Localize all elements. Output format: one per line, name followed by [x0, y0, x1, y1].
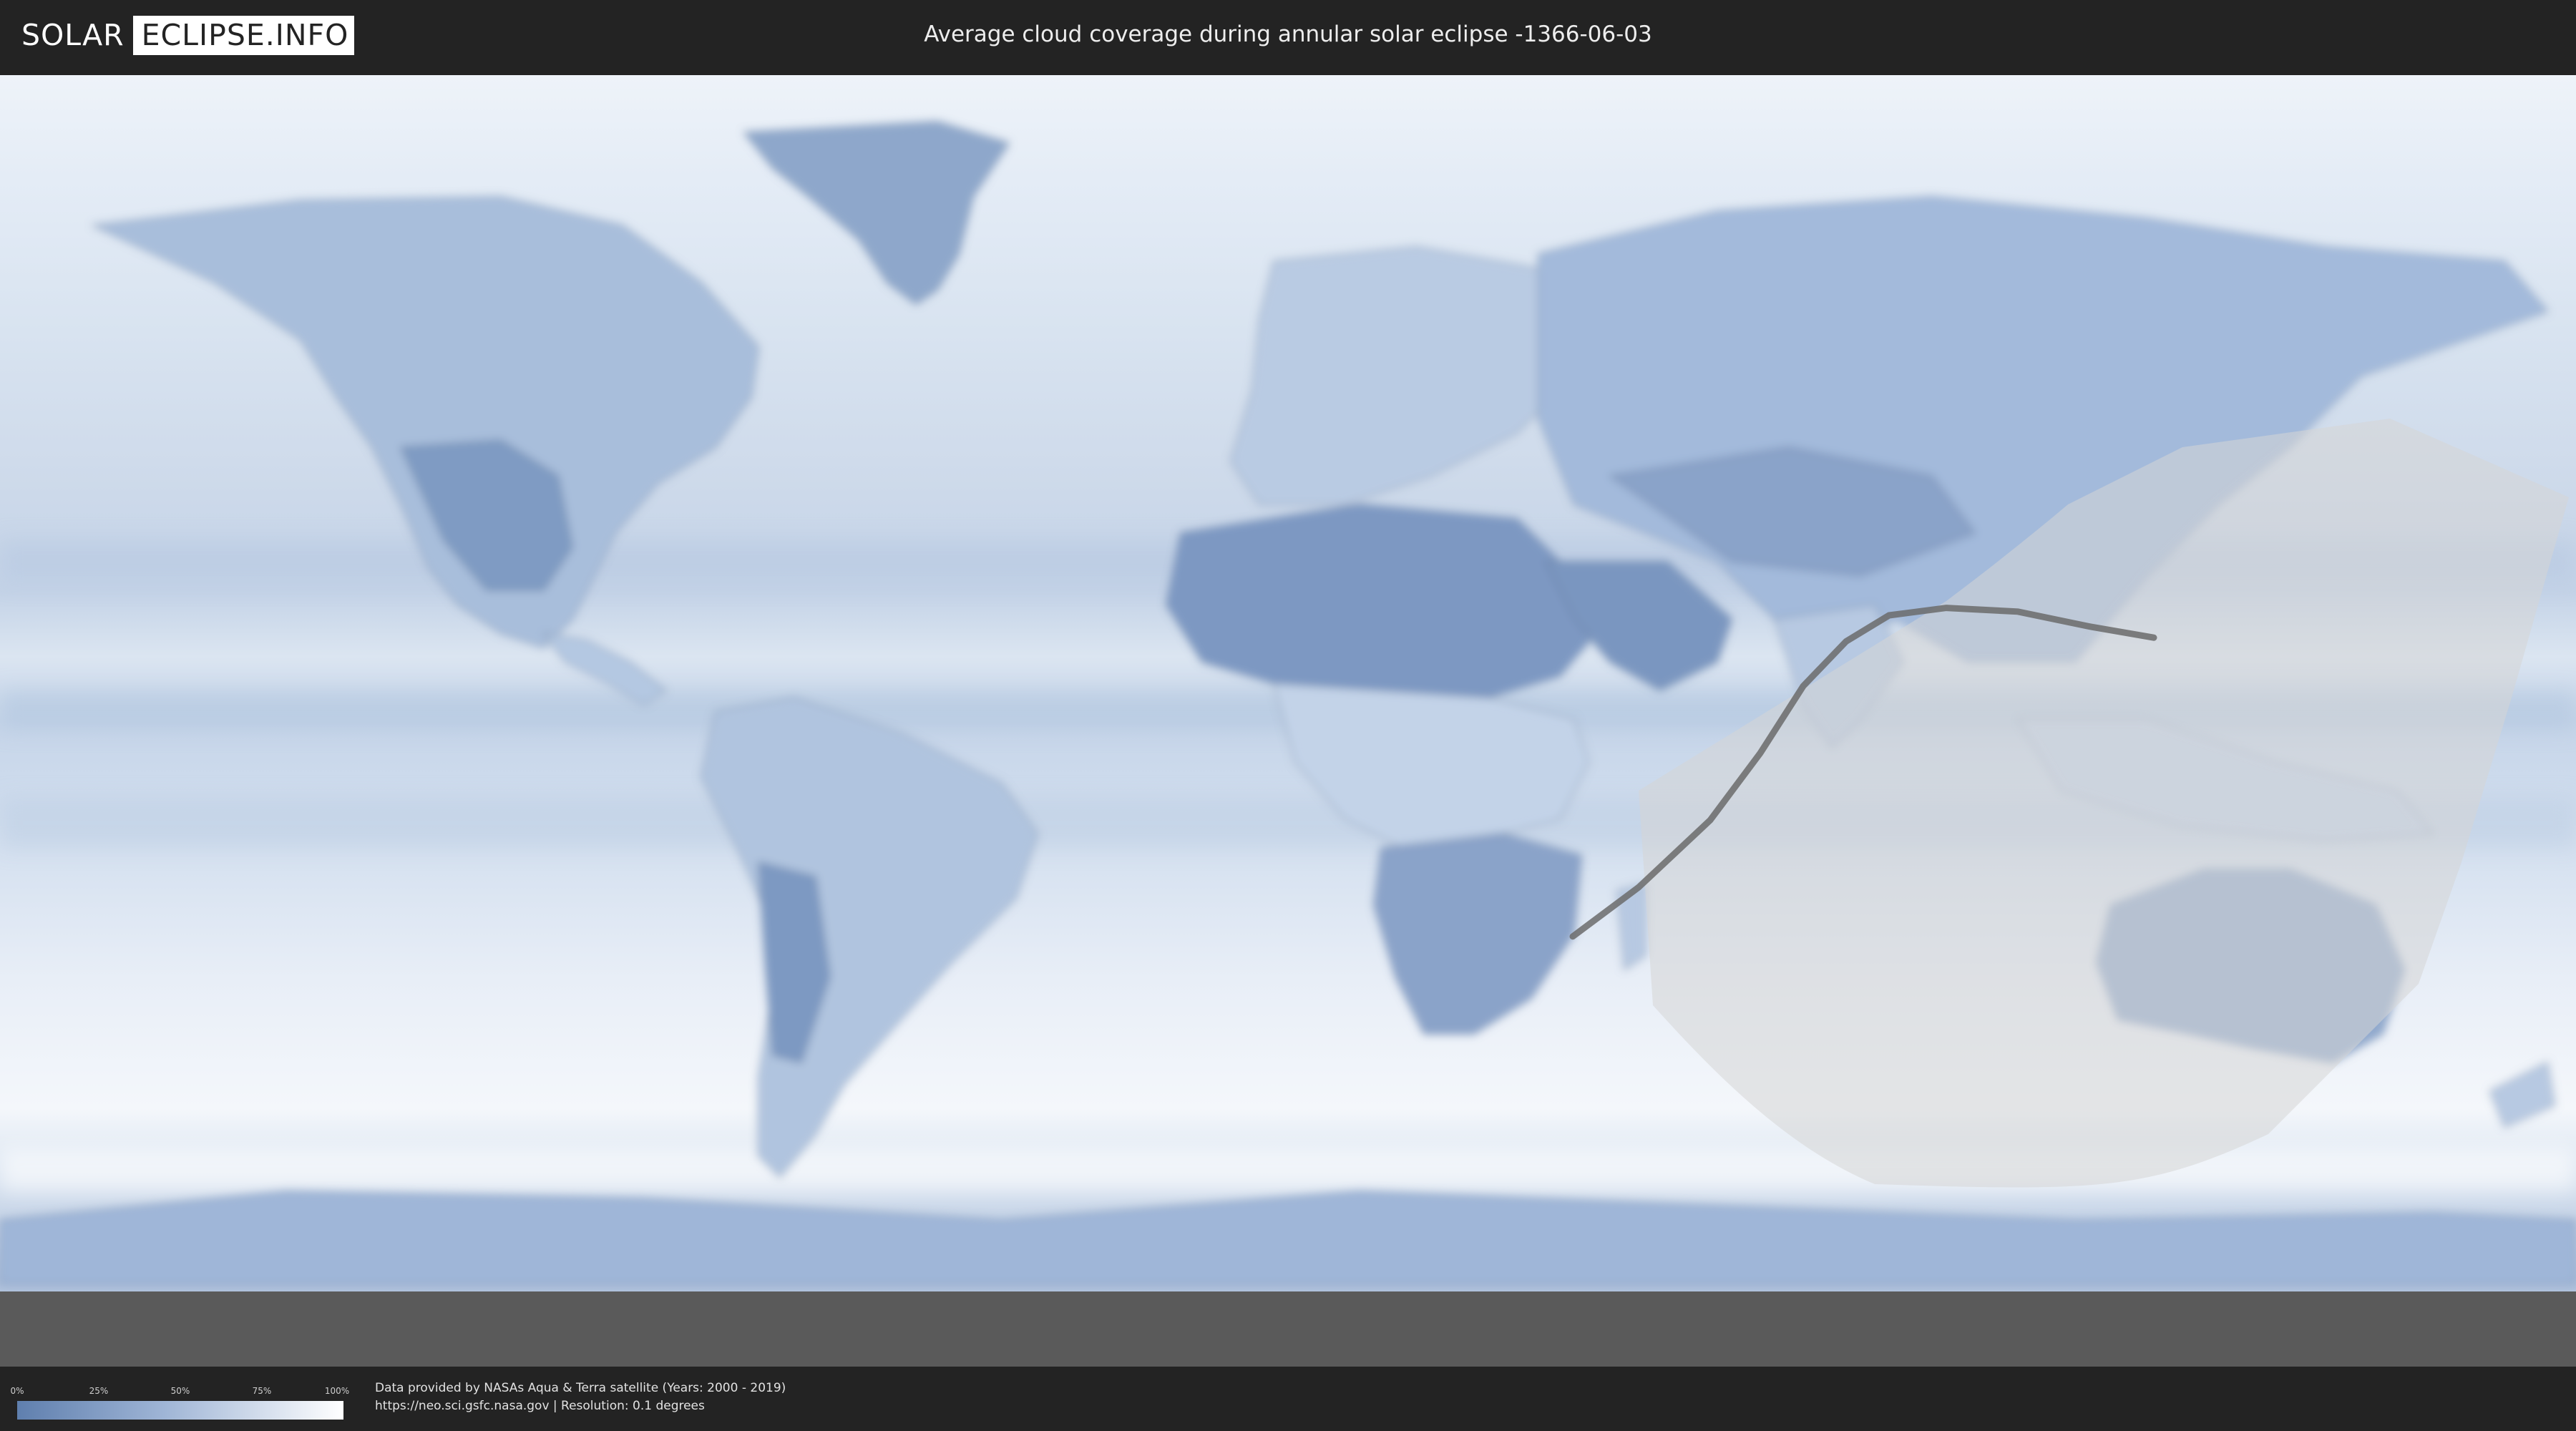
- header-bar: SOLAR ECLIPSE.INFO Average cloud coverag…: [0, 0, 2576, 72]
- legend-tick: 100%: [324, 1386, 350, 1396]
- legend-tick: 25%: [89, 1386, 109, 1396]
- legend-tick: 75%: [252, 1386, 272, 1396]
- data-attribution: Data provided by NASAs Aqua & Terra sate…: [375, 1379, 786, 1415]
- attribution-line-url: https://neo.sci.gsfc.nasa.gov | Resoluti…: [375, 1399, 705, 1413]
- africa-north: [1165, 503, 1597, 698]
- legend-tick: 50%: [170, 1386, 190, 1396]
- cloud-coverage-legend: 0% 25% 50% 75% 100%: [10, 1377, 349, 1420]
- page-title: Average cloud coverage during annular so…: [924, 21, 1652, 47]
- cloud-coverage-map: [0, 75, 2576, 1367]
- legend-color-gradient: [17, 1401, 343, 1420]
- polar-dark-band: [0, 1291, 2576, 1367]
- attribution-line-source: Data provided by NASAs Aqua & Terra sate…: [375, 1381, 786, 1395]
- legend-tick: 0%: [10, 1386, 24, 1396]
- footer-bar: 0% 25% 50% 75% 100% Data provided by NAS…: [0, 1367, 2576, 1431]
